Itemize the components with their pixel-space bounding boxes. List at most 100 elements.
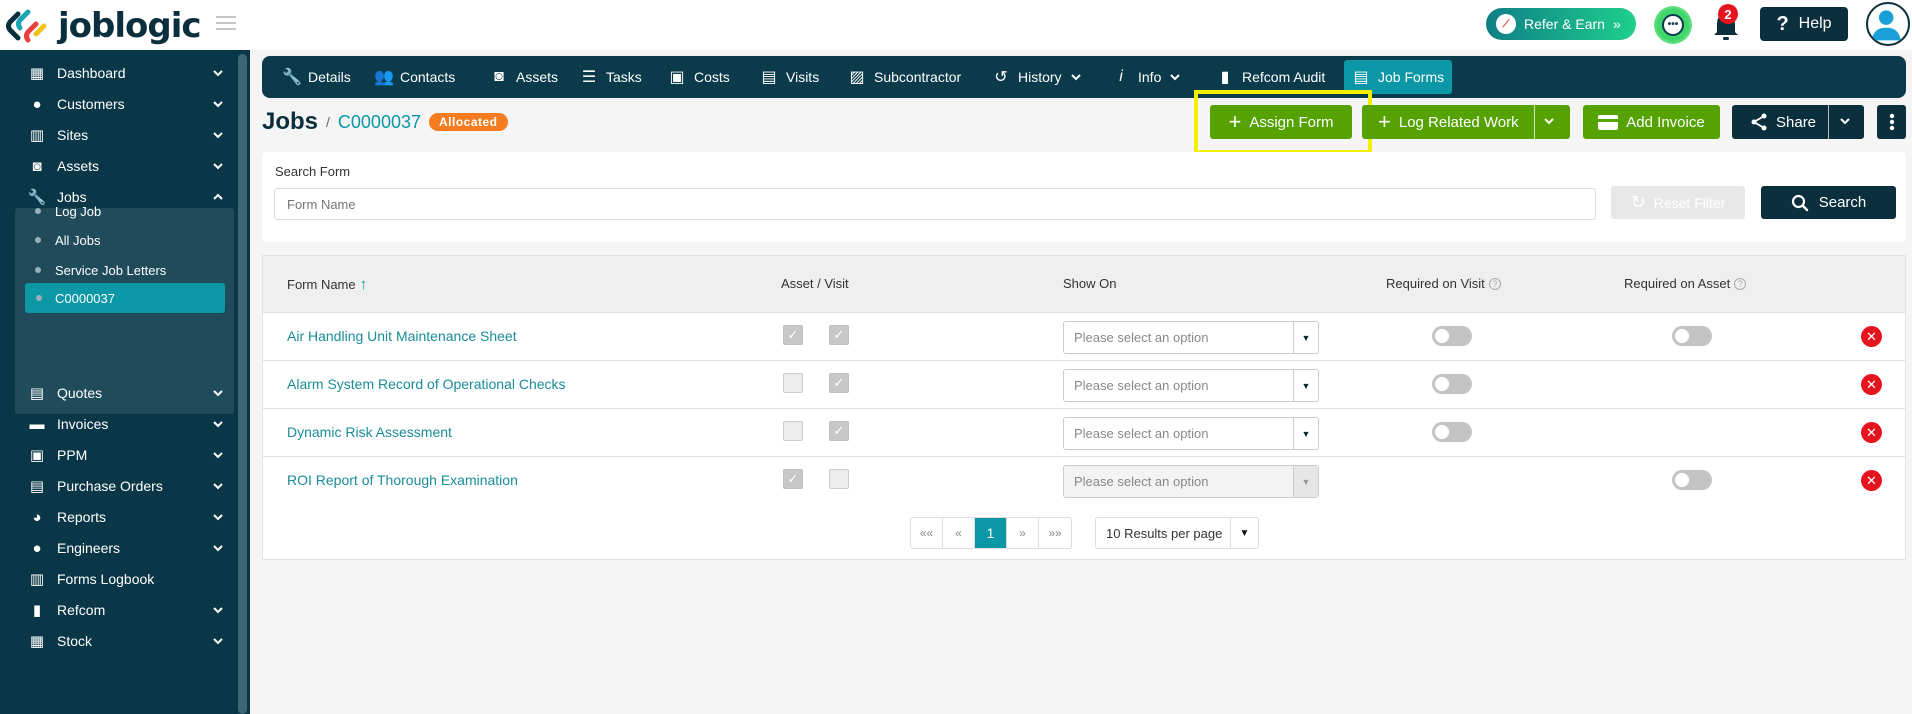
- washing-machine-icon: ◙: [494, 68, 504, 85]
- caret-down-icon: ▼: [1293, 466, 1318, 497]
- asset-checkbox[interactable]: [783, 373, 803, 393]
- tab-info[interactable]: i Info: [1104, 60, 1189, 94]
- money-icon: ▣: [669, 69, 685, 86]
- remove-form-icon[interactable]: ✕: [1861, 326, 1882, 347]
- sidebar-scrollbar[interactable]: [238, 54, 247, 714]
- tab-subcontractor[interactable]: ▨ Subcontractor: [840, 60, 969, 94]
- form-name-link[interactable]: Air Handling Unit Maintenance Sheet: [287, 328, 517, 344]
- visit-checkbox[interactable]: [829, 469, 849, 489]
- tab-assets[interactable]: ◙ Assets: [482, 60, 566, 94]
- bullet-icon: [36, 295, 42, 301]
- log-related-work-button[interactable]: + Log Related Work: [1362, 105, 1570, 139]
- form-icon: ▤: [1353, 69, 1369, 86]
- tab-details[interactable]: 🔧 Details: [274, 60, 359, 94]
- add-invoice-button[interactable]: Add Invoice: [1583, 105, 1720, 139]
- sidebar-item-label: Reports: [57, 509, 107, 525]
- brand-logo[interactable]: joblogic: [6, 6, 202, 46]
- sidebar-item-label: Assets: [57, 158, 100, 174]
- col-asset-visit-label: Asset / Visit: [781, 276, 849, 291]
- tab-contacts[interactable]: 👥 Contacts: [366, 60, 463, 94]
- form-name-link[interactable]: ROI Report of Thorough Examination: [287, 472, 518, 488]
- tab-history[interactable]: ↺ History: [984, 60, 1090, 94]
- user-avatar[interactable]: [1866, 2, 1910, 46]
- chevron-down-icon[interactable]: [1542, 114, 1556, 132]
- remove-form-icon[interactable]: ✕: [1861, 374, 1882, 395]
- chevron-down-icon[interactable]: [1838, 114, 1852, 132]
- menu-toggle-icon[interactable]: [216, 16, 236, 30]
- last-page-button[interactable]: »»: [1039, 518, 1071, 548]
- calendar-check-icon: ▣: [29, 447, 45, 464]
- joblogic-logo-icon: [6, 9, 47, 43]
- help-circle-icon[interactable]: ?: [1488, 277, 1501, 290]
- sidebar-subitem-label: Log Job: [55, 203, 102, 219]
- job-reference: C0000037: [337, 111, 421, 132]
- results-per-page-select[interactable]: 10 Results per page ▼: [1095, 517, 1259, 549]
- tab-label: Refcom Audit: [1242, 69, 1326, 85]
- credit-card-icon: ▬: [29, 415, 45, 433]
- tab-visits[interactable]: ▤ Visits: [752, 60, 827, 94]
- help-circle-icon[interactable]: ?: [1734, 277, 1747, 290]
- required-on-visit-toggle[interactable]: [1432, 374, 1472, 394]
- first-page-button[interactable]: ««: [911, 518, 943, 548]
- chat-button[interactable]: •••: [1654, 6, 1692, 44]
- sidebar-subitem-label: All Jobs: [55, 232, 101, 248]
- pie-chart-icon: ◕: [32, 508, 42, 526]
- chevron-down-icon: [213, 390, 223, 397]
- table-row: Dynamic Risk Assessment ✓ Please select an…: [263, 408, 1905, 456]
- search-label: Search: [1818, 194, 1867, 211]
- page-1-button[interactable]: 1: [975, 518, 1007, 548]
- visit-checkbox[interactable]: ✓: [829, 421, 849, 441]
- show-on-placeholder: Please select an option: [1074, 378, 1209, 393]
- form-name-link[interactable]: Dynamic Risk Assessment: [287, 424, 452, 440]
- reset-filter-button[interactable]: ↻ Reset Filter: [1611, 186, 1745, 219]
- id-card-icon: ▨: [849, 69, 865, 86]
- refer-earn-button[interactable]: ⟋ Refer & Earn »: [1486, 8, 1636, 40]
- notification-badge: 2: [1718, 4, 1738, 24]
- sidebar-subitem-service-job-letters[interactable]: Service Job Letters: [15, 256, 234, 284]
- show-on-select[interactable]: Please select an option ▼: [1063, 369, 1319, 402]
- form-name-search-input[interactable]: [274, 188, 1596, 220]
- required-on-asset-toggle[interactable]: [1672, 326, 1712, 346]
- form-name-link[interactable]: Alarm System Record of Operational Check…: [287, 376, 566, 392]
- asset-checkbox[interactable]: [783, 421, 803, 441]
- show-on-placeholder: Please select an option: [1074, 474, 1209, 489]
- col-required-visit-label: Required on Visit: [1386, 276, 1485, 291]
- asset-checkbox[interactable]: ✓: [783, 469, 803, 489]
- required-on-asset-toggle[interactable]: [1672, 470, 1712, 490]
- col-form-name[interactable]: Form Name ↑: [287, 276, 367, 293]
- remove-form-icon[interactable]: ✕: [1861, 422, 1882, 443]
- page-title[interactable]: Jobs: [262, 108, 318, 136]
- tab-tasks[interactable]: ☰ Tasks: [572, 60, 650, 94]
- sidebar-subitem-c0000037[interactable]: C0000037: [25, 283, 225, 313]
- washing-machine-icon: ◙: [32, 157, 42, 175]
- tab-label: Info: [1138, 69, 1162, 85]
- required-on-visit-toggle[interactable]: [1432, 422, 1472, 442]
- share-button[interactable]: Share: [1732, 105, 1864, 139]
- user-silhouette-icon: [1871, 10, 1901, 41]
- visit-checkbox[interactable]: ✓: [829, 325, 849, 345]
- help-button[interactable]: ? Help: [1760, 7, 1848, 41]
- user-icon: ●: [32, 95, 42, 113]
- visit-checkbox[interactable]: ✓: [829, 373, 849, 393]
- tab-job-forms[interactable]: ▤ Job Forms: [1344, 60, 1453, 94]
- tab-costs[interactable]: ▣ Costs: [660, 60, 738, 94]
- sidebar-subitem-all-jobs[interactable]: All Jobs: [15, 226, 234, 254]
- col-required-asset-label: Required on Asset: [1624, 276, 1731, 291]
- sidebar-subitem-log-job[interactable]: Log Job: [15, 197, 234, 225]
- show-on-select[interactable]: Please select an option ▼: [1063, 321, 1319, 354]
- show-on-select[interactable]: Please select an option ▼: [1063, 417, 1319, 450]
- tab-refcom-audit[interactable]: ▮ Refcom Audit: [1208, 60, 1333, 94]
- next-page-button[interactable]: »: [1007, 518, 1039, 548]
- search-button[interactable]: Search: [1761, 186, 1896, 219]
- caret-down-icon: ▼: [1293, 418, 1318, 449]
- remove-form-icon[interactable]: ✕: [1861, 470, 1882, 491]
- sidebar-subitem-label: C0000037: [55, 290, 115, 306]
- history-icon: ↺: [994, 69, 1008, 86]
- more-options-button[interactable]: [1877, 105, 1906, 139]
- asset-checkbox[interactable]: ✓: [783, 325, 803, 345]
- prev-page-button[interactable]: «: [943, 518, 975, 548]
- dashboard-icon: ▦: [29, 65, 45, 82]
- sidebar-item-label: Invoices: [57, 416, 109, 432]
- sidebar-item-stock[interactable]: ▦ Stock: [0, 622, 234, 660]
- required-on-visit-toggle[interactable]: [1432, 326, 1472, 346]
